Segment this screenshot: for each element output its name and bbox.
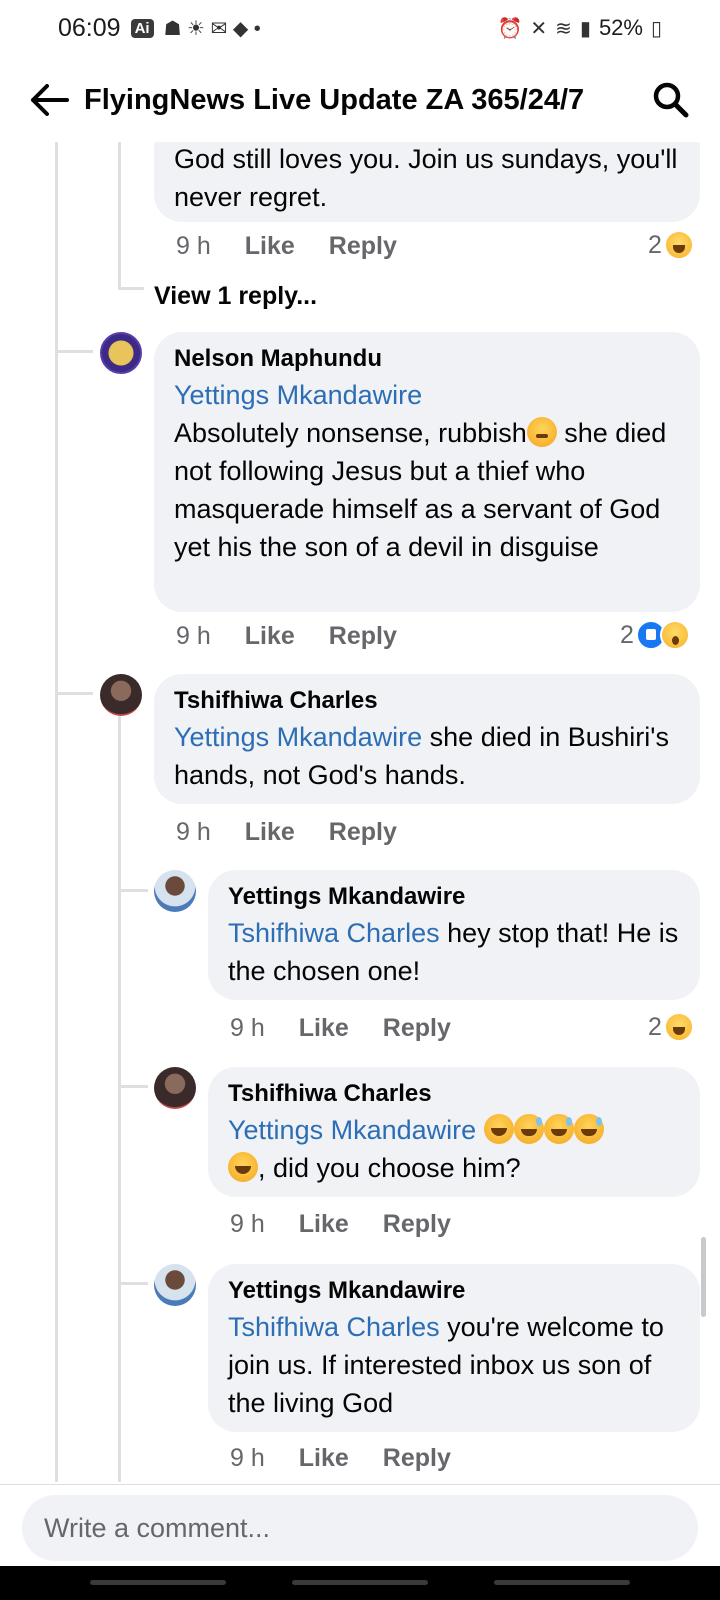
haha-reaction-icon [663, 230, 694, 260]
reply-button[interactable]: Reply [383, 1444, 451, 1473]
thread-connector-c0 [118, 287, 144, 290]
app-header: FlyingNews Live Update ZA 365/24/7 [0, 62, 720, 138]
avatar[interactable] [154, 1264, 196, 1306]
status-bar: 06:09 Ai ☗ ☀ ✉ ◆ • ⏰ ✕ ≋ ▮ 52% ▯ [0, 0, 720, 56]
like-button[interactable]: Like [299, 1014, 349, 1043]
like-button[interactable]: Like [245, 232, 295, 261]
angry-emoji-icon [526, 417, 557, 447]
mention-link[interactable]: Tshifhiwa Charles [228, 918, 440, 948]
notification-icons: ☗ ☀ ✉ ◆ • [163, 17, 261, 40]
wifi-icon: ≋ [555, 17, 572, 40]
reaction-summary[interactable]: 2 [620, 620, 690, 650]
comment-author[interactable]: Nelson Maphundu [174, 342, 680, 376]
comment-author[interactable]: Yettings Mkandawire [228, 1274, 680, 1308]
ai-badge-icon: Ai [130, 18, 154, 38]
reaction-summary[interactable]: 2 [648, 230, 694, 260]
like-button[interactable]: Like [245, 818, 295, 847]
thread-connector-c5 [118, 1282, 148, 1285]
rolling-laughing-emoji-icon [228, 1152, 258, 1182]
grinning-sweat-emoji-icon [573, 1114, 604, 1144]
reply-button[interactable]: Reply [383, 1210, 451, 1239]
comment-bubble[interactable]: Yettings Mkandawire Tshifhiwa Charles he… [208, 870, 700, 1000]
scrollbar-thumb[interactable] [701, 1237, 706, 1317]
nav-recents-pill[interactable] [90, 1580, 226, 1585]
comment-actions: 9 h Like Reply [176, 818, 397, 847]
wow-reaction-icon [659, 620, 690, 650]
comment-bubble[interactable]: God still loves you. Join us sundays, yo… [154, 142, 700, 222]
back-button[interactable] [24, 75, 74, 125]
status-left: 06:09 Ai ☗ ☀ ✉ ◆ • [58, 14, 261, 43]
comment-actions: 9 h Like Reply [230, 1210, 451, 1239]
thread-connector-c4 [118, 1085, 148, 1088]
comment-bubble[interactable]: Yettings Mkandawire Tshifhiwa Charles yo… [208, 1264, 700, 1432]
rolling-laughing-emoji-icon [483, 1114, 514, 1144]
comment-time[interactable]: 9 h [176, 232, 211, 261]
comment-bubble[interactable]: Nelson Maphundu Yettings Mkandawire Abso… [154, 332, 700, 612]
reaction-count: 2 [648, 230, 662, 259]
comment-author[interactable]: Yettings Mkandawire [228, 880, 680, 914]
reaction-count: 2 [620, 620, 634, 649]
search-button[interactable] [646, 75, 696, 125]
mention-link[interactable]: Yettings Mkandawire [228, 1115, 476, 1145]
comment-actions: 9 h Like Reply [176, 622, 397, 651]
signal-icon: ▮ [579, 17, 591, 40]
search-icon [653, 82, 689, 118]
status-right: ⏰ ✕ ≋ ▮ 52% ▯ [497, 15, 662, 41]
mention-link[interactable]: Tshifhiwa Charles [228, 1312, 440, 1342]
comment-text: Absolutely nonsense, rubbish [174, 418, 527, 448]
reaction-count: 2 [648, 1012, 662, 1041]
thread-line-c0 [118, 142, 121, 290]
comment-time[interactable]: 9 h [176, 818, 211, 847]
reply-button[interactable]: Reply [329, 232, 397, 261]
status-time: 06:09 [58, 13, 121, 42]
reaction-summary[interactable]: 2 [648, 1012, 694, 1042]
reply-button[interactable]: Reply [383, 1014, 451, 1043]
page-title: FlyingNews Live Update ZA 365/24/7 [84, 83, 585, 116]
mention-link[interactable]: Yettings Mkandawire [174, 380, 422, 410]
comment-text: , did you choose him? [258, 1153, 521, 1183]
nav-back-pill[interactable] [494, 1580, 630, 1585]
comment-time[interactable]: 9 h [176, 622, 211, 651]
comment-text: God still loves you. Join us sundays, yo… [174, 144, 678, 212]
mute-icon: ✕ [530, 17, 548, 40]
thread-connector-c2 [55, 692, 93, 695]
comment-actions: 9 h Like Reply [230, 1014, 451, 1043]
thread-connector-c1 [55, 350, 93, 353]
comment-author[interactable]: Tshifhiwa Charles [228, 1077, 680, 1111]
comment-actions: 9 h Like Reply [176, 232, 397, 261]
comment-actions: 9 h Like Reply [230, 1444, 451, 1473]
comment-time[interactable]: 9 h [230, 1014, 265, 1043]
reply-button[interactable]: Reply [329, 622, 397, 651]
alarm-icon: ⏰ [497, 17, 523, 40]
nav-home-pill[interactable] [292, 1580, 428, 1585]
reply-button[interactable]: Reply [329, 818, 397, 847]
like-button[interactable]: Like [299, 1210, 349, 1239]
comment-bubble[interactable]: Tshifhiwa Charles Yettings Mkandawire sh… [154, 674, 700, 804]
haha-reaction-icon [663, 1012, 694, 1042]
avatar[interactable] [100, 332, 142, 374]
view-replies-link[interactable]: View 1 reply... [154, 282, 317, 311]
grinning-sweat-emoji-icon [543, 1114, 574, 1144]
like-button[interactable]: Like [245, 622, 295, 651]
like-button[interactable]: Like [299, 1444, 349, 1473]
avatar[interactable] [154, 1067, 196, 1109]
thread-connector-c3 [118, 889, 148, 892]
comment-time[interactable]: 9 h [230, 1444, 265, 1473]
mention-link[interactable]: Yettings Mkandawire [174, 722, 422, 752]
comment-author[interactable]: Tshifhiwa Charles [174, 684, 680, 718]
comment-bubble[interactable]: Tshifhiwa Charles Yettings Mkandawire , … [208, 1067, 700, 1197]
battery-level: 52% [598, 15, 643, 40]
battery-icon: ▯ [650, 17, 662, 40]
comments-list[interactable]: God still loves you. Join us sundays, yo… [0, 142, 720, 1482]
avatar[interactable] [100, 674, 142, 716]
grinning-sweat-emoji-icon [513, 1114, 544, 1144]
thread-line-main [55, 142, 58, 1482]
thread-line-c2 [118, 714, 121, 1482]
avatar[interactable] [154, 870, 196, 912]
comment-input[interactable] [22, 1495, 698, 1561]
system-nav-bar [0, 1566, 720, 1600]
comment-time[interactable]: 9 h [230, 1210, 265, 1239]
arrow-left-icon [31, 84, 69, 116]
comment-composer [0, 1484, 720, 1566]
